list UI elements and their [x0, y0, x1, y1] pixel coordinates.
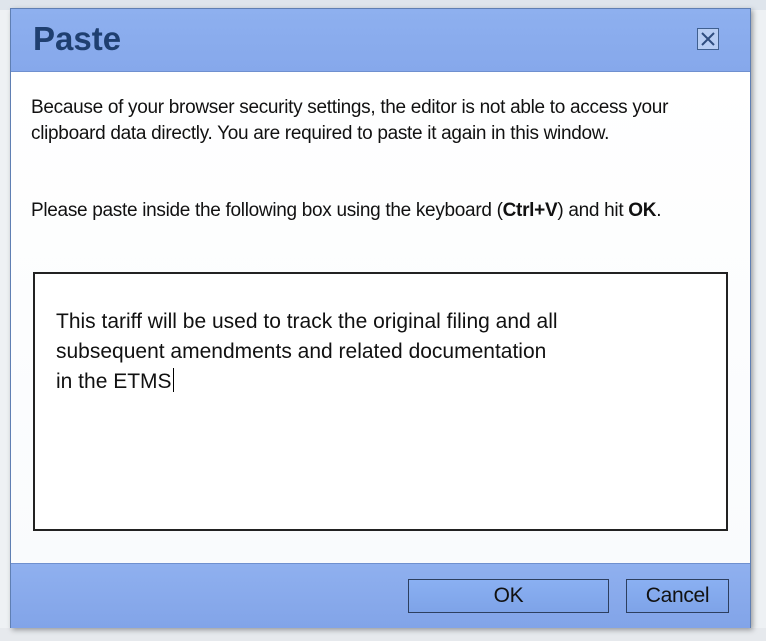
close-button[interactable] — [697, 28, 719, 50]
text-caret — [172, 368, 174, 392]
instruction-ok: OK — [628, 200, 657, 221]
instruction-shortcut: Ctrl+V — [502, 200, 558, 221]
dialog-title-bar[interactable]: Paste — [11, 9, 750, 72]
ok-button[interactable]: OK — [408, 579, 609, 613]
paste-instruction: Please paste inside the following box us… — [31, 198, 731, 224]
pasted-text[interactable]: This tariff will be used to track the or… — [56, 307, 676, 397]
instruction-middle: ) and hit — [557, 200, 629, 221]
dialog-content: Because of your browser security setting… — [11, 72, 750, 563]
paste-dialog: Paste Because of your browser security s… — [10, 8, 751, 628]
dialog-footer: OK Cancel — [11, 563, 750, 628]
instruction-prefix: Please paste inside the following box us… — [31, 200, 503, 221]
background-bottom-strip — [0, 628, 766, 641]
dialog-title: Paste — [33, 20, 122, 57]
security-message: Because of your browser security setting… — [31, 97, 669, 144]
cancel-button[interactable]: Cancel — [626, 579, 729, 613]
instruction-suffix: . — [656, 200, 662, 221]
paste-input-area[interactable]: This tariff will be used to track the or… — [33, 272, 728, 531]
pasted-text-content: This tariff will be used to track the or… — [56, 310, 558, 393]
